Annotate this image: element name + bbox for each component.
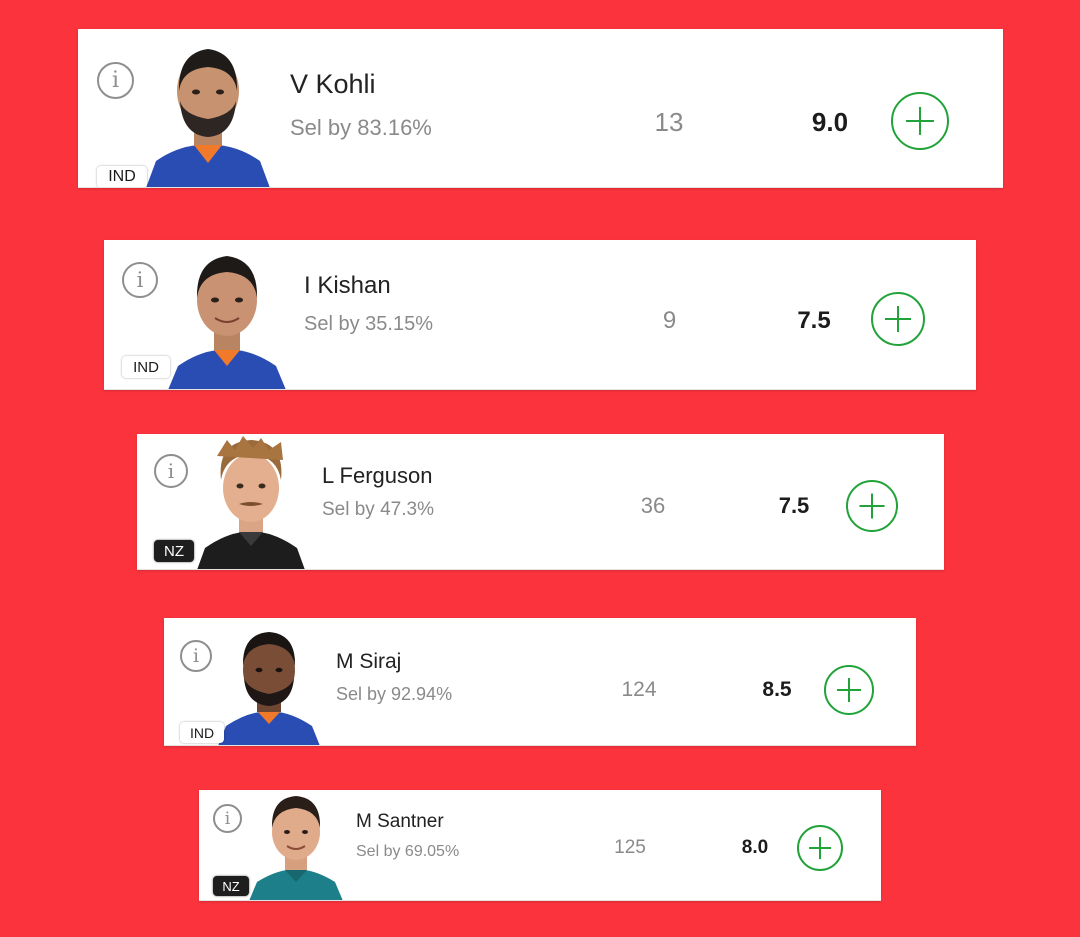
player-name: I Kishan xyxy=(304,272,391,299)
player-credits: 7.5 xyxy=(778,493,810,518)
player-points: 124 xyxy=(621,678,657,701)
player-credits: 8.0 xyxy=(741,837,769,858)
player-credits: 8.5 xyxy=(762,678,792,701)
player-name: M Santner xyxy=(356,811,444,832)
add-player-button[interactable] xyxy=(891,92,949,150)
selected-by-percent: Sel by 83.16% xyxy=(290,115,432,140)
team-badge: IND xyxy=(97,166,147,188)
player-card-kohli[interactable]: i IND V Kohli Sel by 83.16% 13 9.0 xyxy=(78,29,1003,188)
player-points: 9 xyxy=(662,307,677,334)
player-card-kishan[interactable]: i IND I Kishan Sel by 35.15% 9 7.5 xyxy=(104,240,976,390)
player-credits: 9.0 xyxy=(811,107,849,137)
player-avatar xyxy=(168,248,286,390)
selected-by-percent: Sel by 35.15% xyxy=(304,313,433,335)
player-avatar xyxy=(249,794,343,901)
add-player-button[interactable] xyxy=(846,480,898,532)
add-player-button[interactable] xyxy=(797,825,843,871)
player-points: 36 xyxy=(640,493,666,518)
team-badge: NZ xyxy=(213,876,249,896)
player-name: L Ferguson xyxy=(322,463,433,488)
team-badge: IND xyxy=(122,356,170,378)
selected-by-percent: Sel by 92.94% xyxy=(336,684,453,704)
player-avatar xyxy=(197,436,305,570)
info-icon[interactable]: i xyxy=(122,262,158,298)
team-badge: NZ xyxy=(154,540,194,562)
player-credits: 7.5 xyxy=(797,307,831,334)
info-icon[interactable]: i xyxy=(154,454,188,488)
selected-by-percent: Sel by 69.05% xyxy=(356,843,460,860)
player-card-siraj[interactable]: i IND M Siraj Sel by 92.94% 124 8.5 xyxy=(164,618,916,746)
add-player-button[interactable] xyxy=(871,292,925,346)
player-points: 125 xyxy=(614,837,646,858)
player-avatar xyxy=(218,628,320,746)
add-player-button[interactable] xyxy=(824,665,874,715)
player-name: V Kohli xyxy=(290,69,376,99)
player-points: 13 xyxy=(654,107,684,137)
player-card-ferguson[interactable]: i NZ L Ferguson Sel by 47.3% 36 7.5 xyxy=(137,434,944,570)
selected-by-percent: Sel by 47.3% xyxy=(322,499,434,520)
info-icon[interactable]: i xyxy=(213,804,242,833)
team-badge: IND xyxy=(180,722,224,743)
info-icon[interactable]: i xyxy=(97,62,134,99)
player-name: M Siraj xyxy=(336,650,402,673)
info-icon[interactable]: i xyxy=(180,640,212,672)
player-avatar xyxy=(146,39,270,188)
player-card-santner[interactable]: i NZ M Santner Sel by 69.05% 125 8.0 xyxy=(199,790,881,901)
